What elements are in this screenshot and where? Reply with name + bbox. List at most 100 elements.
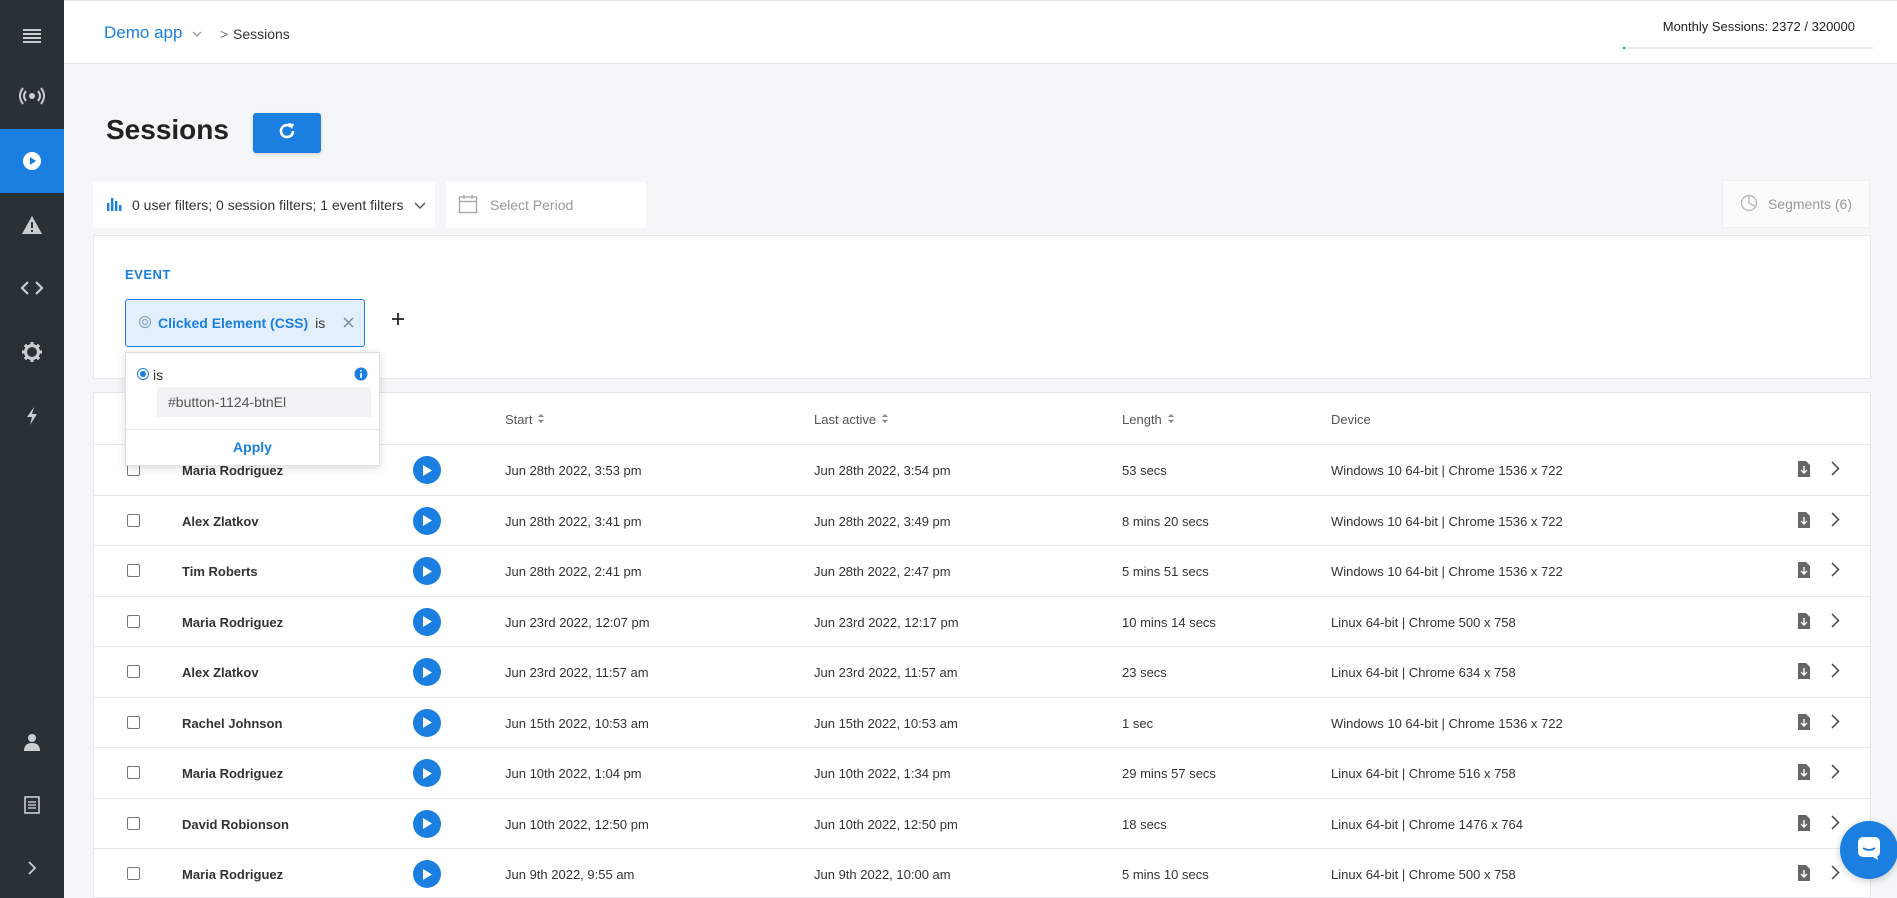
chat-launcher[interactable] bbox=[1840, 821, 1897, 879]
row-checkbox[interactable] bbox=[127, 564, 140, 577]
download-icon[interactable] bbox=[1797, 763, 1811, 784]
play-session-button[interactable] bbox=[413, 506, 441, 535]
table-row[interactable]: Alex Zlatkov Jun 28th 2022, 3:41 pm Jun 28… bbox=[94, 496, 1870, 546]
row-checkbox[interactable] bbox=[127, 513, 140, 527]
download-icon[interactable] bbox=[1797, 814, 1811, 835]
row-length: 5 mins 51 secs bbox=[1122, 564, 1209, 579]
table-row[interactable]: Maria Rodriguez Jun 23rd 2022, 12:07 pm Ju… bbox=[94, 597, 1870, 647]
period-placeholder: Select Period bbox=[490, 197, 574, 213]
row-length: 29 mins 57 secs bbox=[1122, 766, 1216, 781]
sidebar-item-settings[interactable] bbox=[0, 320, 64, 384]
table-row[interactable]: Tim Roberts Jun 28th 2022, 2:41 pm Jun 28t… bbox=[94, 546, 1870, 597]
column-header-length[interactable]: Length bbox=[1122, 412, 1175, 427]
row-checkbox[interactable] bbox=[127, 665, 140, 678]
chevron-right-icon[interactable] bbox=[1831, 511, 1840, 530]
chevron-right-icon[interactable] bbox=[1831, 663, 1840, 681]
column-header-start[interactable]: Start bbox=[505, 412, 545, 427]
download-icon[interactable] bbox=[1797, 713, 1811, 734]
row-user-name[interactable]: Alex Zlatkov bbox=[182, 514, 259, 529]
download-icon[interactable] bbox=[1797, 511, 1811, 532]
play-icon bbox=[423, 515, 432, 526]
segments-button[interactable]: Segments (6) bbox=[1722, 180, 1870, 228]
row-user-name[interactable]: Rachel Johnson bbox=[182, 716, 282, 731]
sidebar-item-sessions[interactable] bbox=[0, 129, 64, 193]
close-icon[interactable] bbox=[343, 315, 354, 331]
table-row[interactable]: Maria Rodriguez Jun 9th 2022, 9:55 am Jun … bbox=[94, 849, 1870, 898]
row-last-active: Jun 10th 2022, 1:34 pm bbox=[814, 766, 951, 781]
row-checkbox[interactable] bbox=[127, 816, 140, 830]
row-length: 10 mins 14 secs bbox=[1122, 614, 1216, 630]
sidebar-item-live[interactable] bbox=[0, 64, 64, 128]
play-circle-icon bbox=[22, 151, 42, 171]
row-checkbox[interactable] bbox=[127, 715, 140, 729]
breadcrumb-separator: > bbox=[220, 26, 229, 42]
play-icon bbox=[423, 818, 432, 829]
table-row[interactable]: Maria Rodriguez Jun 10th 2022, 1:04 pm Jun… bbox=[94, 748, 1870, 799]
play-icon bbox=[423, 767, 432, 779]
refresh-button[interactable] bbox=[253, 113, 321, 153]
play-session-button[interactable] bbox=[413, 456, 441, 484]
chevron-right-icon[interactable] bbox=[1831, 562, 1840, 580]
filters-summary: 0 user filters; 0 session filters; 1 eve… bbox=[132, 197, 404, 213]
operator-radio-is[interactable] bbox=[137, 368, 149, 380]
chat-icon bbox=[1856, 835, 1882, 866]
table-row[interactable]: Alex Zlatkov Jun 23rd 2022, 11:57 am Jun 2… bbox=[94, 647, 1870, 698]
row-start: Jun 10th 2022, 1:04 pm bbox=[505, 766, 642, 781]
play-session-button[interactable] bbox=[413, 658, 441, 686]
row-user-name[interactable]: Maria Rodriguez bbox=[182, 615, 283, 630]
download-icon[interactable] bbox=[1797, 561, 1811, 582]
sidebar-item-docs[interactable] bbox=[0, 773, 64, 837]
breadcrumb-app[interactable]: Demo app bbox=[104, 23, 182, 43]
sidebar-item-account[interactable] bbox=[0, 710, 64, 774]
row-user-name[interactable]: David Robionson bbox=[182, 817, 289, 832]
filters-dropdown[interactable]: 0 user filters; 0 session filters; 1 eve… bbox=[93, 182, 435, 228]
sidebar-expand[interactable] bbox=[0, 836, 64, 898]
app-dropdown-chevron-icon[interactable] bbox=[192, 25, 202, 43]
table-row[interactable]: David Robionson Jun 10th 2022, 12:50 pm Ju… bbox=[94, 799, 1870, 849]
play-session-button[interactable] bbox=[413, 557, 441, 585]
row-checkbox[interactable] bbox=[127, 867, 140, 880]
download-icon[interactable] bbox=[1797, 662, 1811, 683]
chevron-right-icon[interactable] bbox=[1831, 612, 1840, 631]
play-session-button[interactable] bbox=[413, 759, 441, 787]
play-session-button[interactable] bbox=[413, 860, 441, 888]
page-title: Sessions bbox=[106, 114, 229, 145]
add-event-icon[interactable] bbox=[391, 312, 405, 331]
sidebar-item-errors[interactable] bbox=[0, 193, 64, 257]
row-user-name[interactable]: Maria Rodriguez bbox=[182, 867, 283, 882]
table-row[interactable]: Rachel Johnson Jun 15th 2022, 10:53 am Jun… bbox=[94, 698, 1870, 748]
row-user-name[interactable]: Maria Rodriguez bbox=[182, 766, 283, 781]
row-user-name[interactable]: Tim Roberts bbox=[182, 564, 258, 579]
apply-button[interactable]: Apply bbox=[126, 439, 379, 455]
play-session-button[interactable] bbox=[413, 809, 441, 838]
css-selector-input[interactable] bbox=[157, 387, 371, 417]
chevron-right-icon[interactable] bbox=[1831, 713, 1840, 732]
download-icon[interactable] bbox=[1797, 612, 1811, 633]
row-start: Jun 28th 2022, 3:41 pm bbox=[505, 513, 642, 529]
chevron-right-icon[interactable] bbox=[1831, 461, 1840, 479]
row-checkbox[interactable] bbox=[127, 766, 140, 779]
event-filter-chip[interactable]: Clicked Element (CSS) is bbox=[125, 299, 365, 347]
sidebar-menu-toggle[interactable] bbox=[0, 4, 64, 68]
row-start: Jun 9th 2022, 9:55 am bbox=[505, 867, 635, 882]
row-start: Jun 23rd 2022, 12:07 pm bbox=[505, 614, 650, 630]
chevron-right-icon[interactable] bbox=[1831, 814, 1840, 833]
segments-icon bbox=[1740, 194, 1758, 215]
download-icon[interactable] bbox=[1797, 460, 1811, 481]
chevron-right-icon[interactable] bbox=[1831, 865, 1840, 883]
info-icon[interactable] bbox=[354, 367, 368, 386]
chevron-right-icon[interactable] bbox=[1831, 764, 1840, 782]
select-period-picker[interactable]: Select Period bbox=[446, 182, 646, 228]
sidebar-item-code[interactable] bbox=[0, 256, 64, 320]
play-session-button[interactable] bbox=[413, 607, 441, 636]
row-device: Linux 64-bit | Chrome 1476 x 764 bbox=[1331, 816, 1523, 832]
play-session-button[interactable] bbox=[413, 708, 441, 737]
row-length: 5 mins 10 secs bbox=[1122, 867, 1209, 882]
row-checkbox[interactable] bbox=[127, 614, 140, 628]
column-header-last-active[interactable]: Last active bbox=[814, 412, 889, 427]
event-chip-name: Clicked Element (CSS) bbox=[158, 315, 309, 331]
row-user-name[interactable]: Alex Zlatkov bbox=[182, 665, 259, 680]
download-icon[interactable] bbox=[1797, 864, 1811, 885]
row-start: Jun 15th 2022, 10:53 am bbox=[505, 715, 649, 731]
sidebar-item-integrations[interactable] bbox=[0, 384, 64, 448]
